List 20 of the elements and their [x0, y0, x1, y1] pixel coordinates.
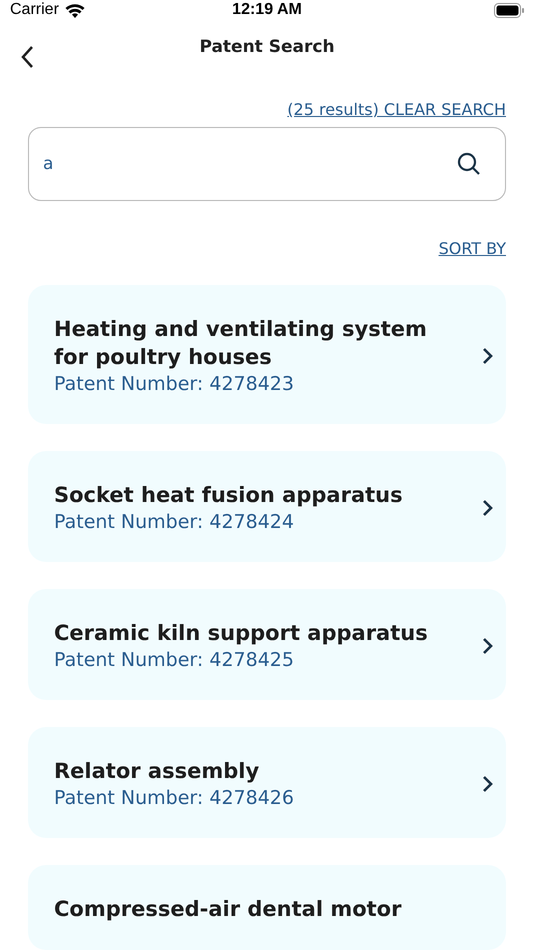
patent-number: Patent Number: 4278426 [54, 786, 295, 811]
patent-card[interactable]: Heating and ventilating system for poultry houses Patent Number: 4278423 [28, 285, 506, 424]
patent-number: Patent Number: 4278424 [54, 510, 295, 535]
patent-title: Relator assembly [54, 758, 260, 785]
patent-title: Compressed-air dental motor [54, 896, 402, 923]
clock-time: 12:19 AM [232, 1, 302, 20]
clear-search-link[interactable]: (25 results) CLEAR SEARCH [287, 100, 506, 119]
patent-title: Ceramic kiln support apparatus [54, 620, 429, 647]
patent-title: Socket heat fusion apparatus [54, 482, 404, 509]
patent-number: Patent Number: 4278423 [54, 372, 295, 397]
patent-card[interactable]: Relator assembly Patent Number: 4278426 [28, 727, 506, 838]
patent-card[interactable]: Ceramic kiln support apparatus Patent Number: 4278425 [28, 589, 506, 700]
patent-card[interactable]: Compressed-air dental motor [28, 865, 506, 950]
sort-by-link[interactable]: SORT BY [438, 239, 506, 258]
carrier-label: Carrier [10, 1, 59, 20]
patent-card[interactable]: Socket heat fusion apparatus Patent Number: 4278424 [28, 451, 506, 562]
patent-number: Patent Number: 4278425 [54, 648, 295, 673]
search-field[interactable]: a [28, 127, 506, 201]
page-title: Patent Search [199, 37, 335, 58]
patent-title: Heating and ventilating system for poultry houses [54, 316, 428, 371]
